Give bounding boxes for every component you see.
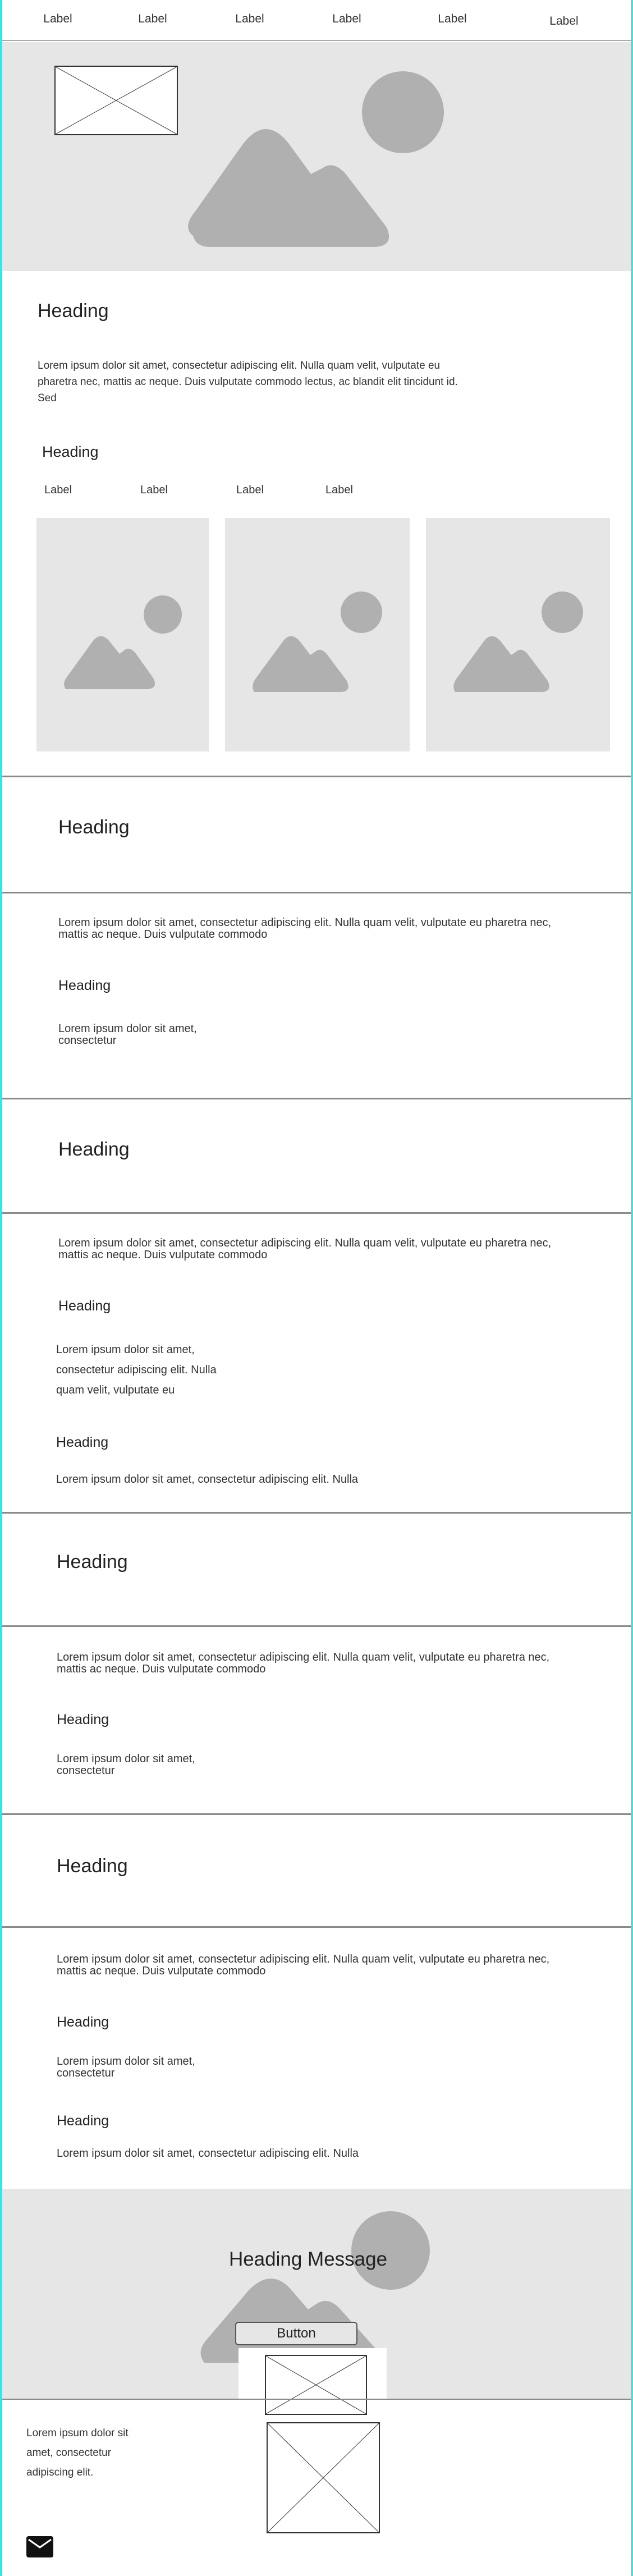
section-subheading: Heading	[57, 2113, 109, 2129]
image-placeholder-icon	[453, 592, 583, 692]
right-edge	[631, 0, 633, 2576]
section-text: Lorem ipsum dolor sit amet, consectetur …	[58, 1237, 552, 1261]
section-subtext: Lorem ipsum dolor sit amet, consectetur	[57, 2055, 195, 2079]
divider	[2, 1926, 631, 1928]
hero-banner	[2, 42, 631, 271]
top-nav: Label Label Label Label Label Label	[2, 0, 631, 41]
section-text: Lorem ipsum dolor sit amet, consectetur …	[58, 916, 552, 941]
logo-placeholder	[54, 66, 178, 135]
section-subheading: Heading	[57, 1712, 109, 1727]
divider	[2, 2399, 631, 2400]
cta-heading: Heading Message	[228, 2248, 388, 2270]
mail-icon[interactable]	[26, 2536, 53, 2557]
divider	[2, 1098, 631, 1099]
section-subtext: Lorem ipsum dolor sit amet, consectetur	[57, 1753, 195, 1777]
section-heading: Heading	[57, 1855, 128, 1877]
image-placeholder	[265, 2355, 367, 2415]
tab-label[interactable]: Label	[325, 484, 353, 497]
intro-text: Lorem ipsum dolor sit amet, consectetur …	[38, 360, 458, 404]
intro-heading: Heading	[38, 300, 109, 322]
section-subtext: Lorem ipsum dolor sit amet, consectetur …	[56, 1344, 217, 1396]
intro-subheading: Heading	[42, 443, 99, 460]
footer-text: Lorem ipsum dolor sit amet, consectetur …	[26, 2427, 129, 2478]
image-placeholder-icon	[253, 592, 382, 692]
section-heading: Heading	[58, 1139, 130, 1160]
section-subtext: Lorem ipsum dolor sit amet, consectetur …	[57, 2147, 359, 2160]
section-text: Lorem ipsum dolor sit amet, consectetur …	[57, 1953, 550, 1977]
divider	[2, 1625, 631, 1627]
divider	[2, 1212, 631, 1214]
tab-label[interactable]: Label	[236, 484, 264, 497]
section-subheading: Heading	[56, 1434, 109, 1450]
tab-label[interactable]: Label	[140, 484, 168, 497]
divider	[2, 892, 631, 893]
card-image[interactable]	[225, 518, 410, 751]
section-text: Lorem ipsum dolor sit amet, consectetur …	[57, 1651, 550, 1675]
section-subtext: Lorem ipsum dolor sit amet, consectetur	[58, 1023, 197, 1047]
nav-link[interactable]: Label	[43, 12, 72, 26]
section-subtext: Lorem ipsum dolor sit amet, consectetur …	[56, 1473, 359, 1486]
nav-link[interactable]: Label	[138, 12, 167, 26]
image-placeholder	[267, 2422, 380, 2533]
card-image[interactable]	[426, 518, 610, 751]
nav-link[interactable]: Label	[235, 12, 264, 26]
tab-label[interactable]: Label	[44, 484, 72, 497]
cta-button[interactable]: Button	[235, 2322, 357, 2345]
nav-link[interactable]: Label	[438, 12, 466, 26]
divider	[2, 776, 631, 777]
nav-link[interactable]: Label	[549, 15, 578, 28]
image-placeholder-icon	[64, 595, 182, 689]
section-subheading: Heading	[57, 2014, 109, 2030]
section-subheading: Heading	[58, 978, 111, 993]
nav-link[interactable]: Label	[332, 12, 361, 26]
section-heading: Heading	[58, 817, 130, 838]
card-image[interactable]	[36, 518, 209, 751]
section-subheading: Heading	[58, 1298, 111, 1314]
section-heading: Heading	[57, 1551, 128, 1573]
divider	[2, 1512, 631, 1514]
divider	[2, 1813, 631, 1815]
